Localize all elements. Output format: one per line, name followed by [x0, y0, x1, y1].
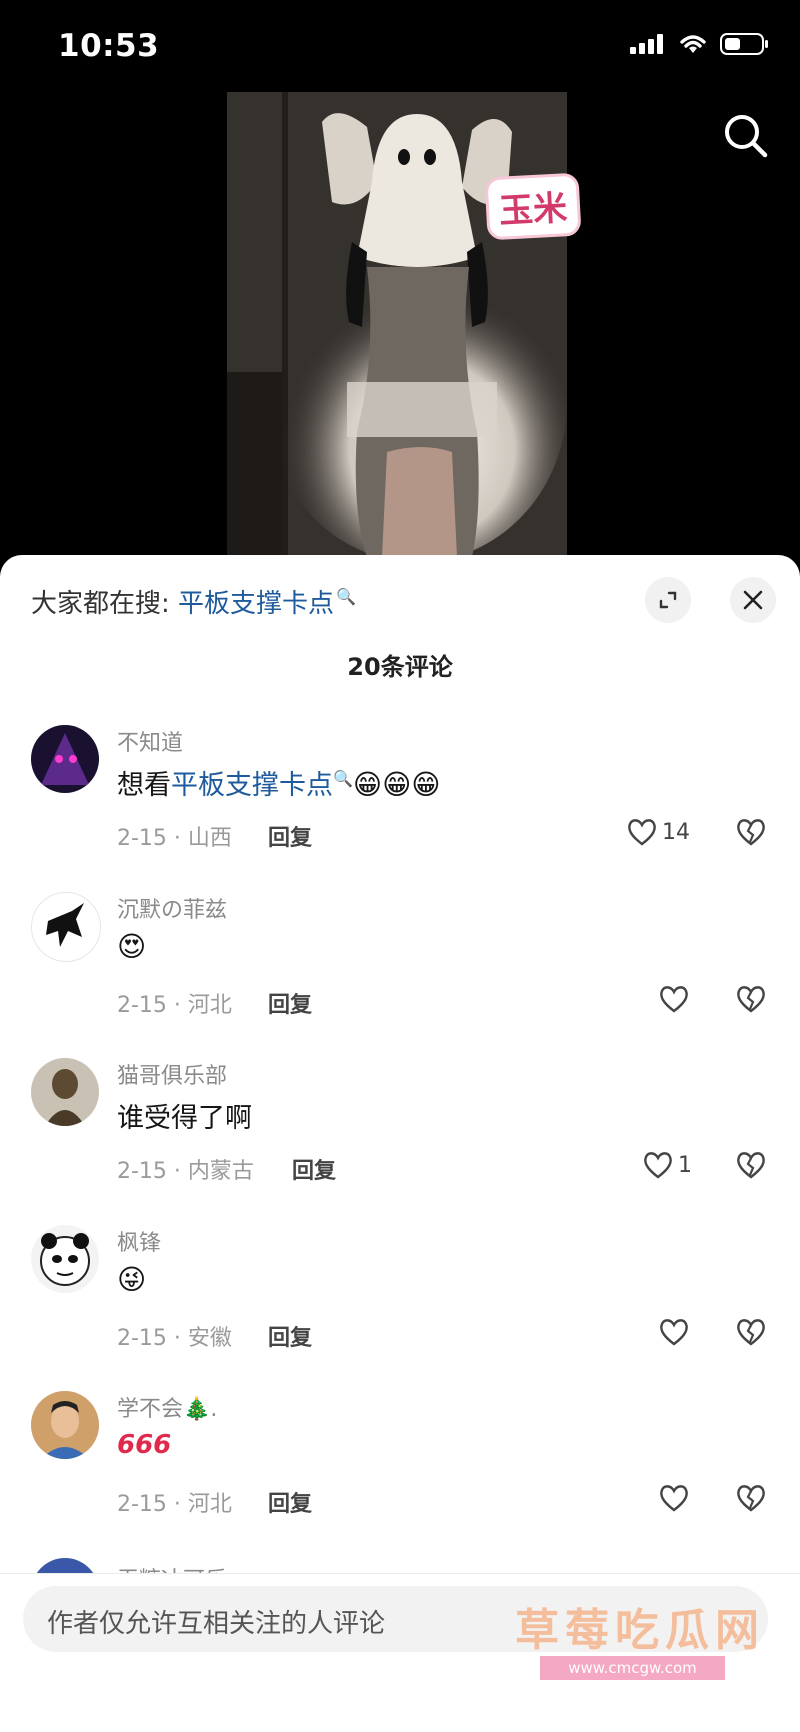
signal-icon — [630, 34, 663, 54]
comment-item[interactable]: 沉默の菲兹 😍 2-15 · 河北 回复 — [0, 892, 800, 1042]
reply-button[interactable]: 回复 — [268, 820, 312, 852]
comment-item[interactable]: 不知道 想看平板支撑卡点🔍😁😁😁 2-15 · 山西 回复 14 — [0, 725, 800, 875]
username[interactable]: 枫锋 — [117, 1225, 161, 1257]
reply-button[interactable]: 回复 — [292, 1153, 336, 1185]
comment-count: 20条评论 — [347, 653, 453, 681]
comment-meta: 2-15 · 内蒙古 — [117, 1159, 254, 1184]
reply-button[interactable]: 回复 — [268, 1486, 312, 1518]
video-player[interactable] — [0, 92, 800, 557]
watermark-url: www.cmcgw.com — [540, 1656, 725, 1680]
wifi-icon — [680, 35, 706, 53]
avatar[interactable] — [31, 892, 101, 962]
broken-heart-icon[interactable] — [735, 984, 767, 1014]
reply-button[interactable]: 回复 — [268, 987, 312, 1019]
comment-item[interactable]: 枫锋 😜 2-15 · 安徽 回复 — [0, 1225, 800, 1375]
like-button[interactable]: 14 — [626, 817, 690, 847]
username[interactable]: 猫哥俱乐部 — [117, 1058, 227, 1090]
avatar[interactable] — [31, 1225, 99, 1293]
like-button[interactable] — [658, 984, 694, 1014]
watermark-logo: 草莓吃瓜网 — [515, 1605, 765, 1656]
broken-heart-icon[interactable] — [735, 1150, 767, 1180]
comment-item[interactable]: 猫哥俱乐部 谁受得了啊 2-15 · 内蒙古 回复 1 — [0, 1058, 800, 1208]
status-bar: 10:53 — [0, 0, 800, 92]
comment-text: 666 — [117, 1429, 171, 1460]
like-button[interactable]: 1 — [642, 1150, 692, 1180]
comment-meta: 2-15 · 河北 — [117, 993, 232, 1018]
comment-emoji: 😁😁😁 — [352, 768, 441, 801]
heart-icon — [660, 986, 688, 1013]
hot-search-banner[interactable]: 大家都在搜: 平板支撑卡点 🔍 — [31, 583, 356, 620]
broken-heart-icon[interactable] — [735, 817, 767, 847]
video-scene — [227, 92, 567, 557]
comment-item[interactable]: 学不会🎄. 666 2-15 · 河北 回复 — [0, 1391, 800, 1541]
expand-icon — [659, 591, 677, 609]
expand-button[interactable] — [645, 577, 691, 623]
comment-meta: 2-15 · 山西 — [117, 826, 232, 851]
hot-search-term[interactable]: 平板支撑卡点 — [178, 589, 334, 619]
hot-search-label: 大家都在搜: — [31, 589, 179, 619]
comment-meta: 2-15 · 安徽 — [117, 1326, 232, 1351]
username[interactable]: 不知道 — [117, 725, 183, 757]
search-icon[interactable] — [720, 110, 772, 162]
comment-search-link[interactable]: 平板支撑卡点 — [171, 770, 333, 801]
username[interactable]: 学不会🎄. — [117, 1391, 217, 1423]
video-frame[interactable] — [227, 92, 567, 557]
heart-icon — [628, 819, 656, 846]
comment-emoji: 😜 — [117, 1263, 147, 1296]
comment-sheet: 大家都在搜: 平板支撑卡点 🔍 20条评论 不知道 想看平板支撑卡点🔍😁😁😁 2-… — [0, 555, 800, 1731]
status-icons — [630, 32, 770, 56]
like-button[interactable] — [658, 1317, 694, 1347]
broken-heart-icon[interactable] — [735, 1317, 767, 1347]
hot-search-magnifier-icon: 🔍 — [336, 587, 356, 607]
username[interactable]: 沉默の菲兹 — [117, 892, 227, 924]
close-icon — [743, 590, 763, 610]
like-count: 14 — [662, 819, 690, 845]
like-count: 1 — [678, 1152, 692, 1178]
comment-emoji: 😍 — [117, 930, 147, 963]
heart-icon — [660, 1319, 688, 1346]
avatar[interactable] — [31, 1391, 99, 1459]
comment-emoji: 666 — [117, 1430, 172, 1460]
status-time: 10:53 — [58, 28, 160, 64]
video-sticker: 玉米 — [487, 175, 579, 238]
like-button[interactable] — [658, 1483, 694, 1513]
comment-text: 😜 — [117, 1263, 146, 1296]
broken-heart-icon[interactable] — [735, 1483, 767, 1513]
comment-text: 😍 — [117, 930, 146, 963]
close-button[interactable] — [730, 577, 776, 623]
comment-text-plain: 想看 — [117, 770, 171, 801]
battery-icon — [720, 33, 768, 55]
comment-meta: 2-15 · 河北 — [117, 1492, 232, 1517]
comment-input-placeholder: 作者仅允许互相关注的人评论 — [47, 1609, 386, 1639]
reply-button[interactable]: 回复 — [268, 1320, 312, 1352]
comment-input-bar: 作者仅允许互相关注的人评论 草莓吃瓜网 www.cmcgw.com — [0, 1573, 800, 1732]
heart-icon — [644, 1152, 672, 1179]
heart-icon — [660, 1485, 688, 1512]
comment-text: 谁受得了啊 — [117, 1103, 252, 1134]
magnifier-icon: 🔍 — [333, 769, 353, 788]
avatar[interactable] — [31, 725, 99, 793]
avatar[interactable] — [31, 1058, 99, 1126]
comment-text: 想看平板支撑卡点🔍😁😁😁 — [117, 763, 441, 802]
